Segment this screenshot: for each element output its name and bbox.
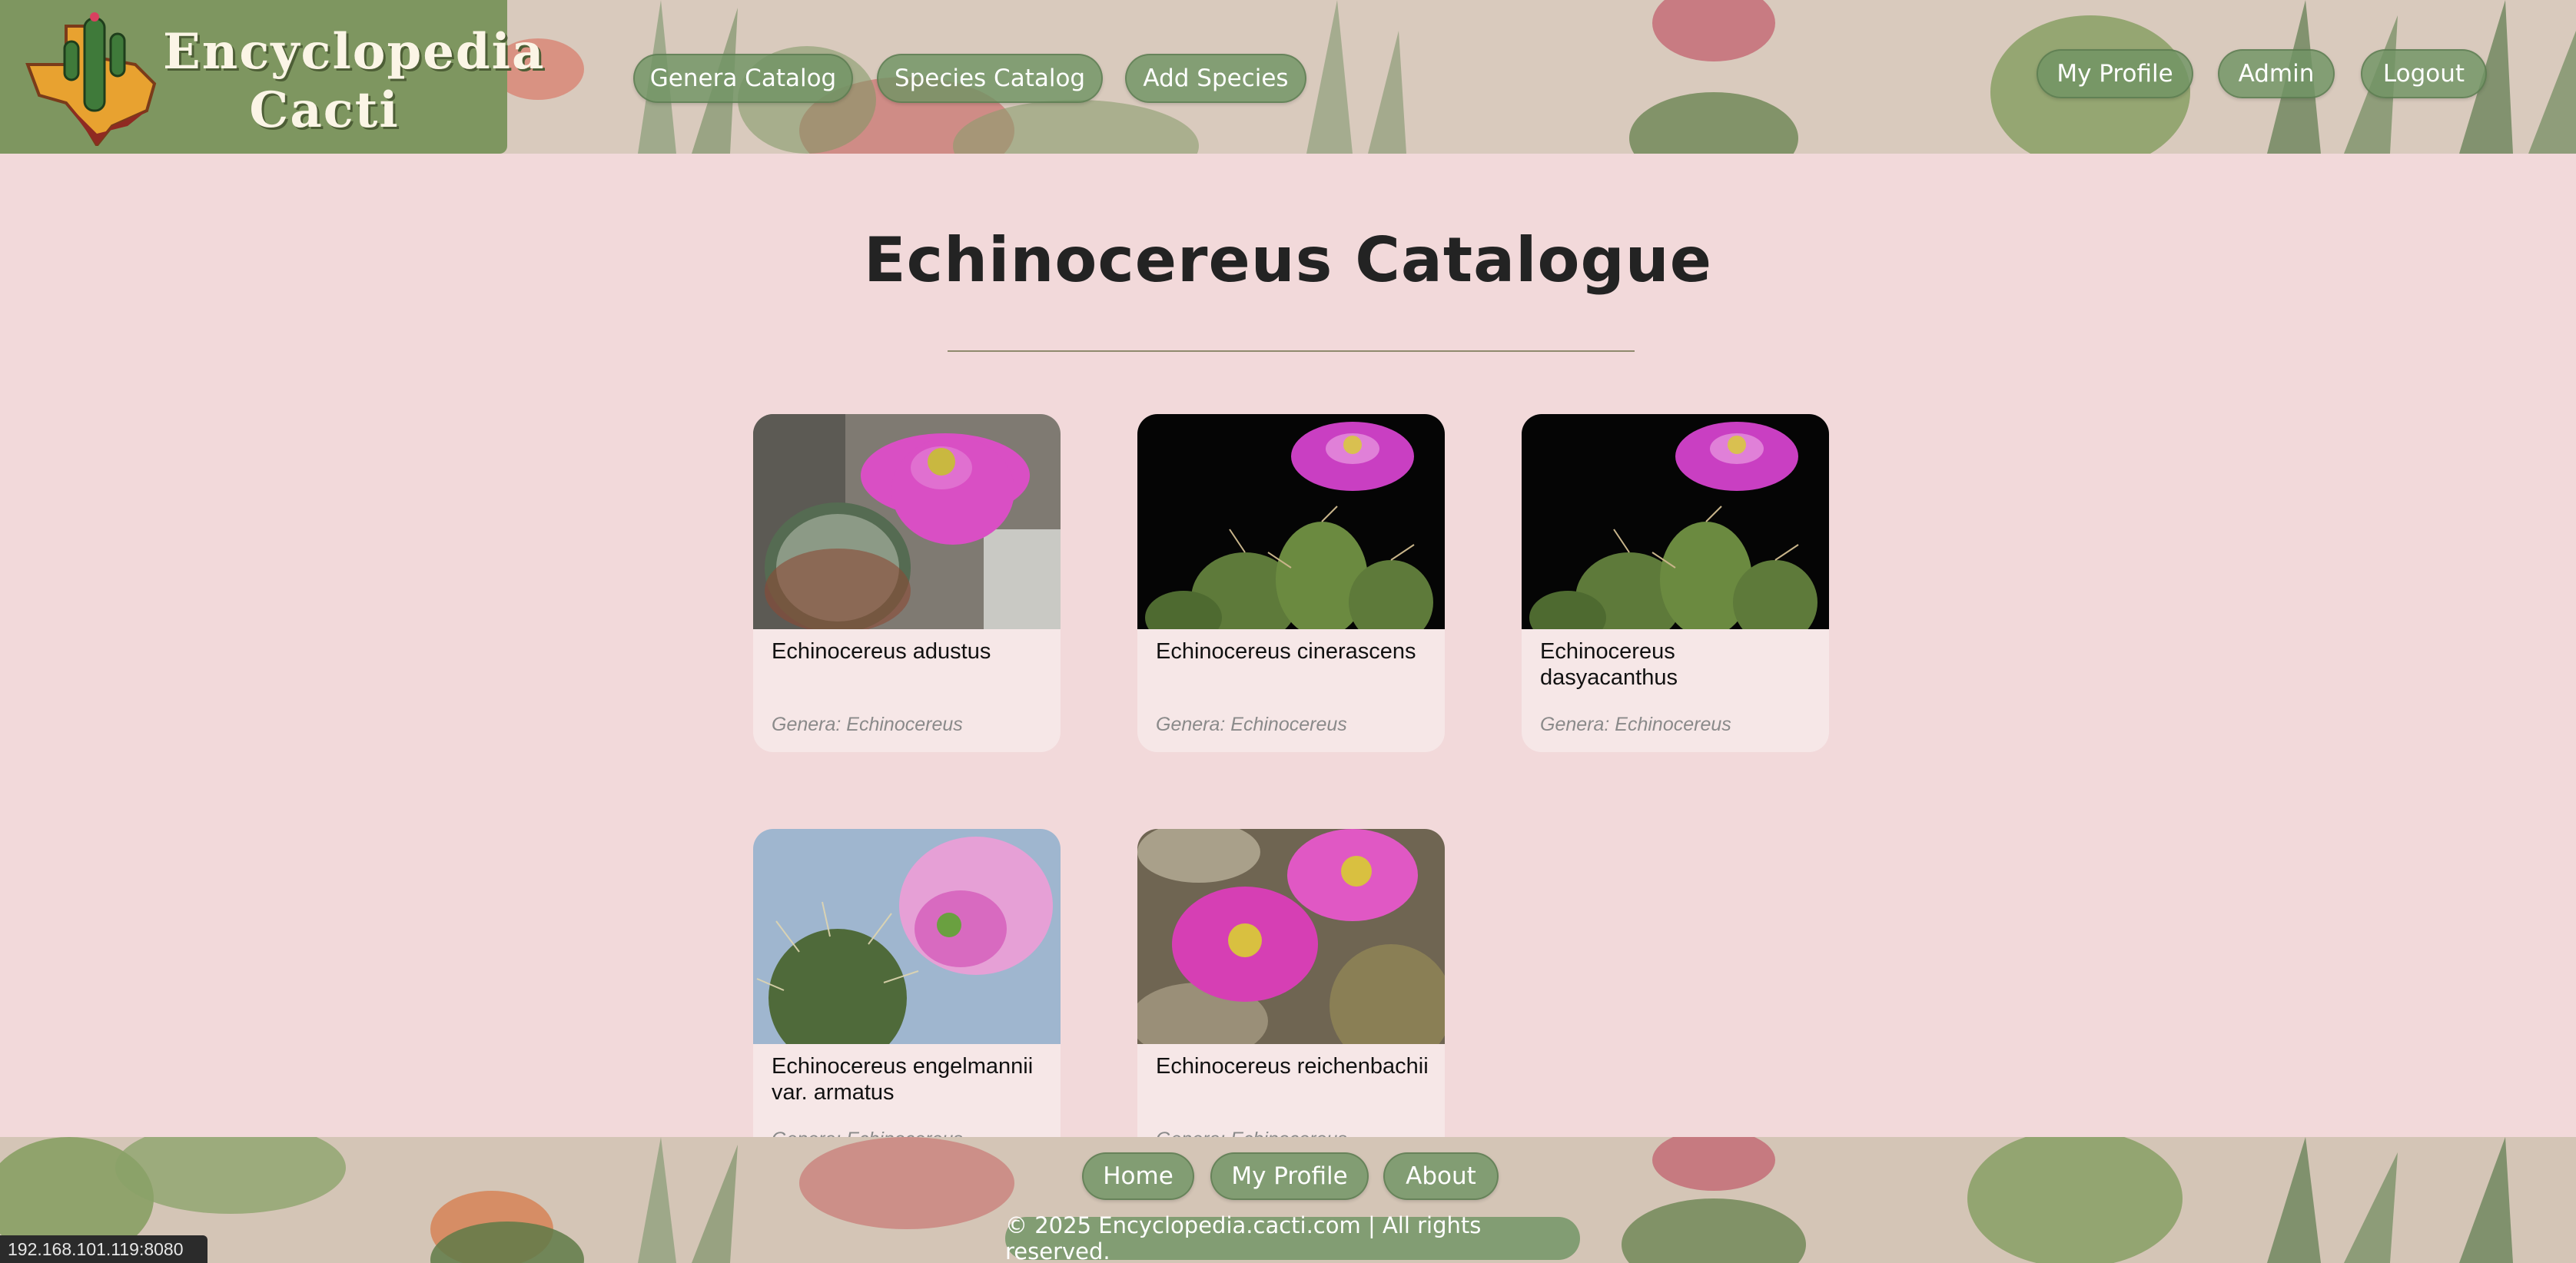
species-photo [753, 829, 1061, 1044]
title-divider [948, 350, 1635, 352]
footer-link-home[interactable]: Home [1082, 1152, 1194, 1200]
site-header: Encyclopedia Cacti Genera Catalog Specie… [0, 0, 2576, 154]
species-card-adustus[interactable]: Echinocereus adustus Genera: Echinocereu… [753, 414, 1061, 752]
main-content: Echinocereus Catalogue Echinocereus adus… [0, 154, 2576, 1137]
species-name: Echinocereus dasyacanthus [1540, 639, 1678, 690]
species-genus: Genera: Echinocereus [772, 714, 963, 735]
species-card-reichenbachii[interactable]: Echinocereus reichenbachii Genera: Echin… [1137, 829, 1445, 1137]
species-photo [753, 414, 1061, 629]
species-card-dasyacanthus[interactable]: Echinocereus dasyacanthus Genera: Echino… [1522, 414, 1829, 752]
nav-genera-catalog[interactable]: Genera Catalog [633, 54, 853, 103]
logo-title: Encyclopedia Cacti [163, 23, 546, 140]
site-logo[interactable]: Encyclopedia Cacti [0, 0, 546, 154]
species-name: Echinocereus engelmannii var. armatus [772, 1054, 1034, 1105]
logo-title-line2: Cacti [249, 81, 400, 139]
species-genus: Genera: Echinocereus [1540, 714, 1731, 735]
nav-admin[interactable]: Admin [2218, 49, 2335, 98]
species-genus: Genera: Echinocereus [1156, 714, 1347, 735]
species-card-engelmannii[interactable]: Echinocereus engelmannii var. armatus Ge… [753, 829, 1061, 1137]
species-card-cinerascens[interactable]: Echinocereus cinerascens Genera: Echinoc… [1137, 414, 1445, 752]
cactus-logo-icon [25, 12, 157, 146]
species-name: Echinocereus adustus [772, 639, 991, 664]
species-name: Echinocereus reichenbachii [1156, 1054, 1429, 1079]
species-genus: Genera: Echinocereus [1156, 1129, 1432, 1137]
browser-status-url: 192.168.101.119:8080 [0, 1235, 207, 1263]
nav-add-species[interactable]: Add Species [1125, 54, 1306, 103]
nav-species-catalog[interactable]: Species Catalog [877, 54, 1103, 103]
page-title: Echinocereus Catalogue [864, 224, 1712, 296]
species-photo [1522, 414, 1829, 629]
species-photo [1137, 829, 1445, 1044]
nav-logout[interactable]: Logout [2361, 49, 2487, 98]
species-photo [1137, 414, 1445, 629]
footer-link-about[interactable]: About [1383, 1152, 1499, 1200]
logo-title-line1: Encyclopedia [163, 23, 546, 81]
species-name: Echinocereus cinerascens [1156, 639, 1416, 664]
species-genus: Genera: Echinocereus [772, 1129, 1048, 1137]
nav-my-profile[interactable]: My Profile [2037, 49, 2193, 98]
footer-link-my-profile[interactable]: My Profile [1210, 1152, 1369, 1200]
copyright-notice: © 2025 Encyclopedia.cacti.com | All righ… [1005, 1212, 1580, 1263]
